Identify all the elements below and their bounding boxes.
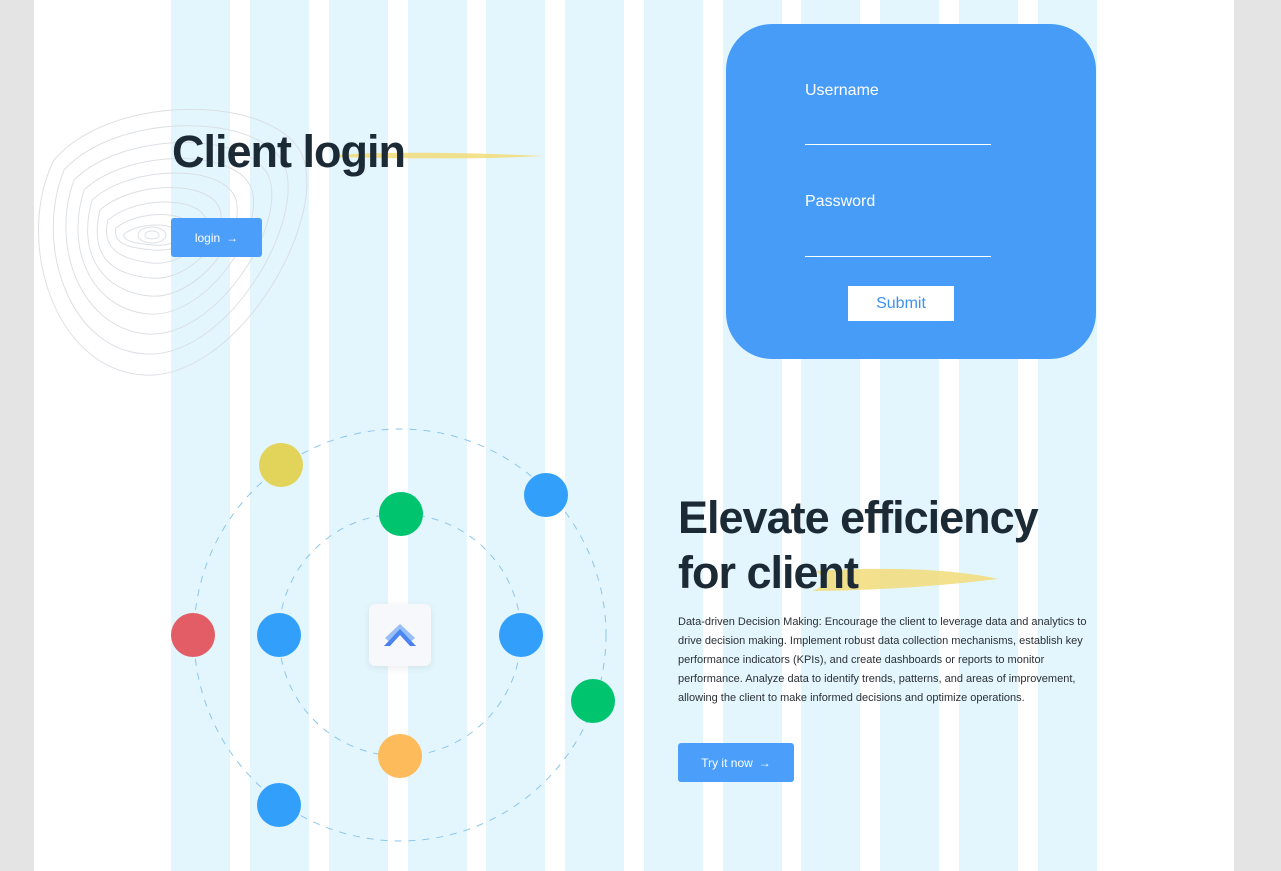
- orbit-dot-blue: [524, 473, 568, 517]
- grid-column: [408, 0, 467, 871]
- orbit-dot-blue: [257, 783, 301, 827]
- grid-column: [644, 0, 703, 871]
- logo-badge: [369, 604, 431, 666]
- arrow-right-icon: →: [226, 230, 239, 245]
- try-it-now-label: Try it now: [701, 755, 753, 770]
- page-title: Client login: [172, 126, 406, 177]
- orbit-dot-green: [379, 492, 423, 536]
- login-form-card: Username Password Submit: [726, 24, 1096, 359]
- feature-title-line2: for client: [678, 547, 859, 598]
- feature-title-line1: Elevate efficiency: [678, 492, 1039, 543]
- login-button[interactable]: login →: [171, 218, 262, 257]
- feature-description: Data-driven Decision Making: Encourage t…: [678, 616, 1087, 704]
- password-label: Password: [805, 193, 876, 210]
- orbit-dot-orange: [378, 734, 422, 778]
- orbit-dot-green: [571, 679, 615, 723]
- page: Client login login → Username Password S…: [34, 0, 1234, 871]
- orbit-dot-red: [171, 613, 215, 657]
- username-input[interactable]: [805, 120, 991, 145]
- feature-title: Elevate efficiency for client: [678, 490, 1098, 600]
- grid-column: [565, 0, 624, 871]
- username-label: Username: [805, 82, 879, 99]
- orbit-dot-blue: [257, 613, 301, 657]
- login-button-label: login: [194, 230, 221, 245]
- arrow-right-icon: →: [758, 755, 771, 770]
- try-it-now-button[interactable]: Try it now →: [678, 743, 794, 782]
- password-input[interactable]: [805, 232, 991, 257]
- chevron-up-logo-icon: [384, 624, 416, 646]
- orbit-dot-blue: [499, 613, 543, 657]
- submit-button[interactable]: Submit: [848, 286, 954, 321]
- orbit-dot-yellow: [259, 443, 303, 487]
- grid-column: [486, 0, 545, 871]
